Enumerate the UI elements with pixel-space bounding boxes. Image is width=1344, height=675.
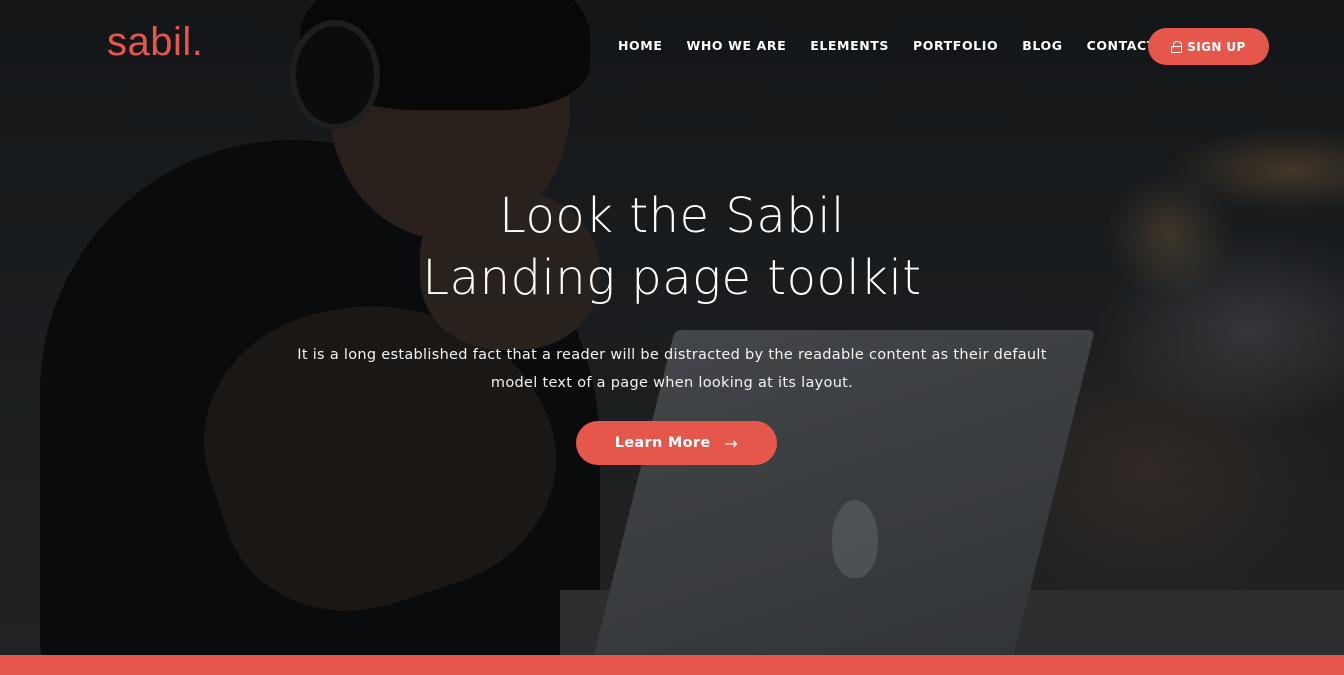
- learn-more-label: Learn More: [614, 435, 711, 451]
- logo[interactable]: sabil.: [107, 20, 203, 65]
- main-nav: HOME WHO WE ARE ELEMENTS PORTFOLIO BLOG …: [618, 38, 1180, 53]
- hero-title-line-1: Look the Sabil: [499, 188, 845, 244]
- hero-description: It is a long established fact that a rea…: [297, 347, 1047, 391]
- nav-item-elements[interactable]: ELEMENTS: [810, 38, 889, 53]
- hero-background: [0, 0, 1344, 655]
- learn-more-button[interactable]: Learn More →: [576, 421, 777, 465]
- navbar: sabil. HOME WHO WE ARE ELEMENTS PORTFOLI…: [0, 0, 1344, 92]
- arrow-right-icon: →: [724, 433, 739, 453]
- dark-overlay: [0, 0, 1344, 655]
- nav-item-blog[interactable]: BLOG: [1022, 38, 1062, 53]
- bottom-accent-strip: [0, 655, 1344, 675]
- lock-icon: [1171, 40, 1183, 53]
- sign-up-button[interactable]: SIGN UP: [1148, 28, 1269, 65]
- nav-item-contact[interactable]: CONTACT: [1087, 38, 1156, 53]
- nav-item-portfolio[interactable]: PORTFOLIO: [913, 38, 998, 53]
- hero-title: Look the Sabil Landing page toolkit: [0, 185, 1344, 309]
- hero-title-line-2: Landing page toolkit: [422, 250, 922, 306]
- nav-item-who-we-are[interactable]: WHO WE ARE: [686, 38, 786, 53]
- sign-up-label: SIGN UP: [1187, 39, 1246, 54]
- nav-item-home[interactable]: HOME: [618, 38, 662, 53]
